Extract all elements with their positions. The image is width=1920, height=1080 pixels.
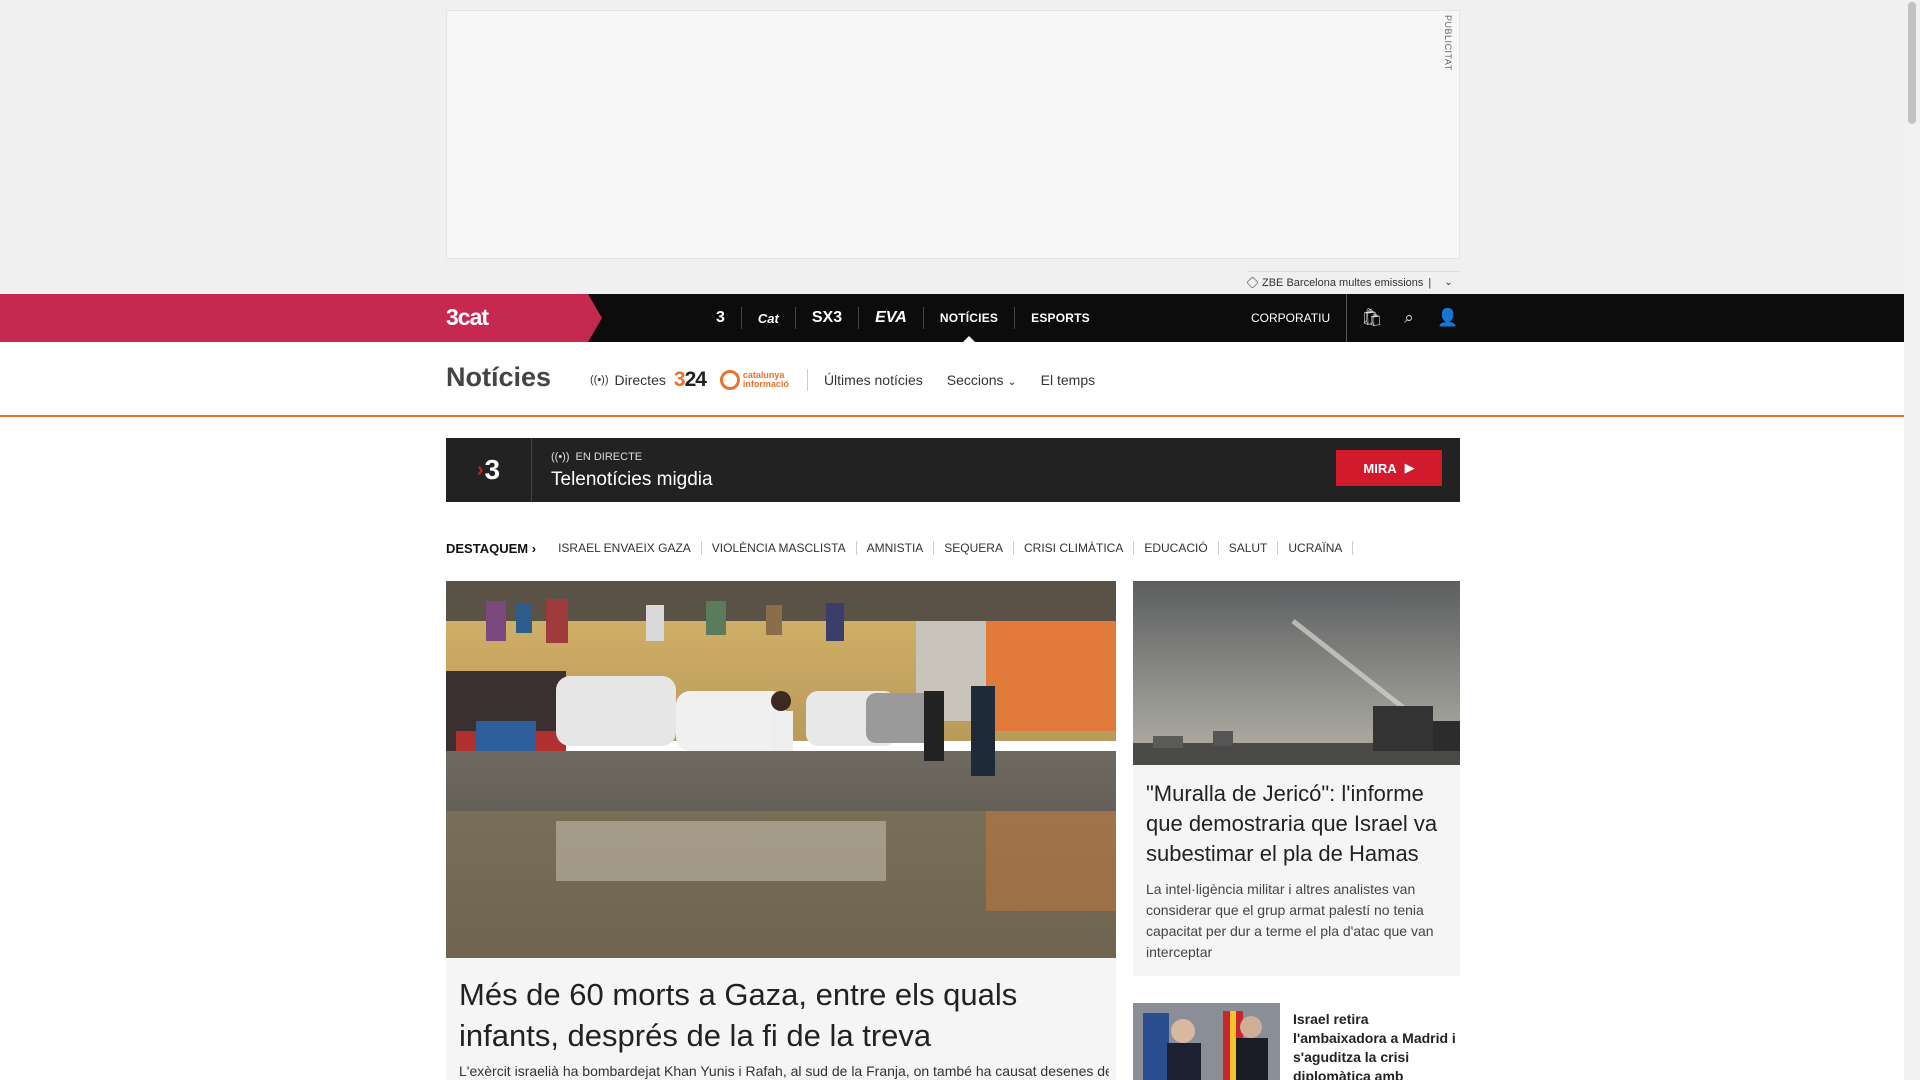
trending-tag[interactable]: UCRAÏNA <box>1278 541 1354 555</box>
chevron-right-icon: › <box>531 540 537 556</box>
main-story-lead: L'exèrcit israelià ha bombardejat Khan Y… <box>459 1063 1109 1079</box>
small-story-headline[interactable]: Israel retira l'ambaixadora a Madrid i s… <box>1293 1010 1463 1080</box>
trending-tag[interactable]: CRISI CLIMÀTICA <box>1014 541 1135 555</box>
logo-324[interactable]: 324 <box>674 367 707 392</box>
trending-tag[interactable]: EDUCACIÓ <box>1134 541 1219 555</box>
small-story-photo <box>1133 1003 1280 1080</box>
live-channel-label: 3 <box>484 454 501 485</box>
trending-bar: DESTAQUEM › ISRAEL ENVAEIX GAZA VIOLÈNCI… <box>446 537 1354 559</box>
ad-band: PUBLICITAT ZBE Barcelona multes emission… <box>0 0 1904 294</box>
chevron-down-icon[interactable]: ⌄ <box>1444 277 1452 288</box>
nav-latest[interactable]: Últimes notícies <box>824 372 923 388</box>
user-icon[interactable]: 👤 <box>1437 308 1458 328</box>
play-icon: ▶ <box>1404 460 1415 475</box>
tag-icon <box>1246 276 1259 289</box>
main-story-headline[interactable]: Més de 60 morts a Gaza, entre els quals … <box>459 974 1109 1056</box>
trending-tag[interactable]: ISRAEL ENVAEIX GAZA <box>548 541 702 555</box>
live-channel-logo: › 3 <box>446 438 532 502</box>
watch-button[interactable]: MIRA ▶ <box>1336 450 1442 486</box>
watch-button-label: MIRA <box>1363 460 1397 476</box>
main-story-card[interactable]: Més de 60 morts a Gaza, entre els quals … <box>446 958 1116 1080</box>
ci-circle-icon <box>719 369 740 390</box>
topic-chip[interactable]: ZBE Barcelona multes emissions | ⌄ <box>1246 271 1460 291</box>
live-tag: ((•)) EN DIRECTE <box>551 451 642 463</box>
broadcast-icon: ((•)) <box>590 373 609 386</box>
ci-text: catalunya informació <box>742 370 789 389</box>
trending-label-text: DESTAQUEM <box>446 540 529 556</box>
ad-slot[interactable] <box>446 10 1460 259</box>
topic-chip-label: ZBE Barcelona multes emissions <box>1262 276 1424 289</box>
section-nav: Notícies ((•)) Directes 324 catalunya inf… <box>0 342 1904 417</box>
trending-tag[interactable]: VIOLÈNCIA MASCLISTA <box>702 541 857 555</box>
channel-catradio[interactable]: Cat <box>742 307 796 329</box>
side-story-image[interactable] <box>1133 581 1460 765</box>
topic-chip-separator: | <box>1428 276 1432 289</box>
side-story-photo <box>1133 581 1460 765</box>
logo-324-text: 24 <box>684 367 707 391</box>
channel-sx3[interactable]: SX3 <box>796 307 860 329</box>
trending-tag[interactable]: SALUT <box>1219 541 1279 555</box>
directes-link[interactable]: ((•)) Directes <box>590 372 666 388</box>
section-title[interactable]: Notícies <box>446 362 551 393</box>
logo-3cat[interactable]: 3cat <box>446 304 489 331</box>
channel-noticies[interactable]: NOTÍCIES <box>924 307 1016 342</box>
directes-label: Directes <box>614 371 666 388</box>
scrollbar-thumb[interactable] <box>1908 2 1916 124</box>
nav-weather[interactable]: El temps <box>1041 372 1095 388</box>
channel-tv3[interactable]: 3 <box>700 307 742 329</box>
corporate-link[interactable]: CORPORATIU <box>1251 294 1330 342</box>
ad-label: PUBLICITAT <box>1443 15 1453 71</box>
channel-esports[interactable]: ESPORTS <box>1015 307 1106 329</box>
trending-label[interactable]: DESTAQUEM › <box>446 541 536 556</box>
chevron-down-icon: ⌄ <box>1007 375 1017 388</box>
main-story-photo <box>446 581 1116 958</box>
scrollbar[interactable] <box>1904 0 1920 1080</box>
section-items: ((•)) Directes 324 catalunya informació Ú… <box>590 342 1119 417</box>
ci-text-bottom: informació <box>742 378 789 389</box>
live-title: Telenotícies migdia <box>551 469 713 490</box>
channel-nav: 3 Cat SX3 EVA NOTÍCIES ESPORTS <box>700 294 1106 342</box>
logo-catalunya-informacio[interactable]: catalunya informació <box>719 369 789 390</box>
divider <box>806 368 808 391</box>
side-story-headline[interactable]: "Muralla de Jericó": l'informe que demos… <box>1146 779 1451 869</box>
nav-sections[interactable]: Seccions ⌄ <box>947 372 1017 388</box>
trending-tag[interactable]: AMNISTIA <box>857 541 935 555</box>
side-story-lead: La intel·ligència militar i altres anali… <box>1146 881 1434 960</box>
trending-tag[interactable]: SEQUERA <box>934 541 1014 555</box>
search-icon[interactable]: ⌕ <box>1399 308 1419 328</box>
main-story-image[interactable] <box>446 581 1116 958</box>
channel-eva[interactable]: EVA <box>859 307 924 329</box>
live-tag-label: EN DIRECTE <box>575 451 643 463</box>
shop-icon[interactable]: 🛍 <box>1361 308 1383 328</box>
tv3-mark-icon: › <box>476 458 484 481</box>
small-story-image[interactable] <box>1133 1003 1280 1080</box>
broadcast-icon: ((•)) <box>551 451 570 463</box>
live-banner[interactable]: › 3 ((•)) EN DIRECTE Telenotícies migdia … <box>446 438 1460 502</box>
topbar-actions: 🛍 ⌕ 👤 <box>1346 294 1458 342</box>
brand-band <box>0 294 602 342</box>
top-bar: 3cat 3 Cat SX3 EVA NOTÍCIES ESPORTS CORP… <box>0 294 1904 342</box>
nav-sections-label: Seccions <box>946 371 1004 388</box>
side-story-card[interactable]: "Muralla de Jericó": l'informe que demos… <box>1133 581 1460 976</box>
